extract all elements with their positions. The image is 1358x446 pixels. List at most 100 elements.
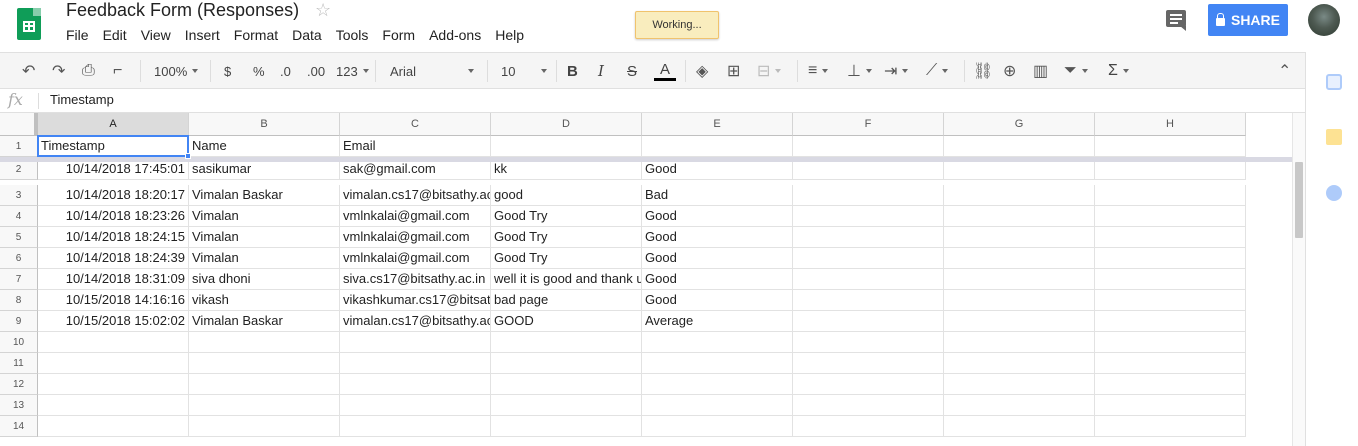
cell[interactable] <box>944 332 1095 353</box>
cell[interactable] <box>793 227 944 248</box>
cell[interactable] <box>38 374 189 395</box>
cell[interactable] <box>491 395 642 416</box>
cell[interactable]: Bad <box>642 185 793 206</box>
strikethrough-button[interactable]: S <box>627 53 637 89</box>
cell[interactable] <box>1095 248 1246 269</box>
formula-input[interactable]: Timestamp <box>50 92 114 107</box>
cell[interactable] <box>340 332 491 353</box>
sheets-logo-icon[interactable] <box>17 8 41 40</box>
cell[interactable]: Good <box>642 269 793 290</box>
document-title[interactable]: Feedback Form (Responses) <box>66 0 299 21</box>
cell[interactable]: Vimalan Baskar <box>189 311 340 332</box>
vertical-scrollbar[interactable] <box>1292 113 1305 446</box>
borders-icon[interactable]: ⊞ <box>727 53 740 89</box>
cell[interactable]: Timestamp <box>38 136 189 157</box>
cell[interactable] <box>1095 136 1246 157</box>
column-header-h[interactable]: H <box>1095 113 1246 136</box>
fill-color-icon[interactable]: ◈ <box>696 53 708 89</box>
menu-file[interactable]: File <box>66 27 97 43</box>
star-icon[interactable]: ☆ <box>315 0 331 21</box>
cell[interactable]: vmlnkalai@gmail.com <box>340 227 491 248</box>
redo-icon[interactable]: ↷ <box>52 53 65 89</box>
spreadsheet-grid[interactable]: A B C D E F G H 1 Timestamp Name Email 2 10/14/2018 1… <box>0 113 1292 446</box>
cell[interactable] <box>642 395 793 416</box>
cell[interactable]: vmlnkalai@gmail.com <box>340 248 491 269</box>
zoom-select[interactable]: 100% <box>154 53 199 89</box>
cell[interactable]: bad page <box>491 290 642 311</box>
cell[interactable] <box>642 353 793 374</box>
share-button[interactable]: SHARE <box>1208 4 1288 36</box>
cell[interactable]: Good <box>642 159 793 180</box>
cell[interactable]: Vimalan <box>189 206 340 227</box>
row-header[interactable]: 13 <box>0 395 38 416</box>
cell[interactable]: well it is good and thank u <box>491 269 642 290</box>
scrollbar-thumb[interactable] <box>1295 162 1303 238</box>
paint-format-icon[interactable]: ⌐ <box>113 53 122 89</box>
cell[interactable] <box>793 248 944 269</box>
row-header[interactable]: 10 <box>0 332 38 353</box>
cell[interactable] <box>944 185 1095 206</box>
menu-insert[interactable]: Insert <box>185 27 228 43</box>
cell[interactable]: 10/14/2018 18:20:17 <box>38 185 189 206</box>
menu-addons[interactable]: Add-ons <box>429 27 489 43</box>
cell[interactable]: Vimalan Baskar <box>189 185 340 206</box>
cell[interactable] <box>340 416 491 437</box>
cell[interactable] <box>944 416 1095 437</box>
cell[interactable]: vikashkumar.cs17@bitsathy.ac.in <box>340 290 491 311</box>
cell[interactable]: vimalan.cs17@bitsathy.ac.in <box>340 311 491 332</box>
cell[interactable] <box>793 136 944 157</box>
cell[interactable] <box>1095 269 1246 290</box>
cell[interactable] <box>793 374 944 395</box>
menu-data[interactable]: Data <box>292 27 330 43</box>
cell[interactable] <box>944 353 1095 374</box>
cell[interactable] <box>1095 332 1246 353</box>
cell[interactable] <box>944 206 1095 227</box>
insert-link-icon[interactable]: ⛓ <box>973 53 993 89</box>
cell[interactable]: vimalan.cs17@bitsathy.ac.in <box>340 185 491 206</box>
cell[interactable]: vmlnkalai@gmail.com <box>340 206 491 227</box>
cell[interactable] <box>1095 227 1246 248</box>
column-header-c[interactable]: C <box>340 113 491 136</box>
cell[interactable] <box>38 395 189 416</box>
menu-edit[interactable]: Edit <box>103 27 135 43</box>
more-formats-select[interactable]: 123 <box>336 53 369 89</box>
cell[interactable] <box>1095 206 1246 227</box>
cell[interactable]: 10/15/2018 15:02:02 <box>38 311 189 332</box>
cell[interactable] <box>642 374 793 395</box>
cell[interactable]: Good Try <box>491 248 642 269</box>
column-header-f[interactable]: F <box>793 113 944 136</box>
cell[interactable] <box>491 416 642 437</box>
filter-icon[interactable]: ⏷ <box>1064 53 1088 89</box>
cell[interactable] <box>1095 416 1246 437</box>
cell[interactable]: Good <box>642 248 793 269</box>
cell[interactable] <box>1095 159 1246 180</box>
cell[interactable]: Vimalan <box>189 227 340 248</box>
cell[interactable]: Good Try <box>491 206 642 227</box>
cell[interactable]: Good <box>642 206 793 227</box>
cell[interactable] <box>793 290 944 311</box>
font-family-select[interactable]: Arial <box>390 53 474 89</box>
insert-comment-icon[interactable]: ⊕ <box>1003 53 1016 89</box>
cell[interactable] <box>491 136 642 157</box>
undo-icon[interactable]: ↶ <box>22 53 35 89</box>
calendar-icon[interactable] <box>1326 74 1342 90</box>
cell[interactable] <box>793 206 944 227</box>
cell[interactable]: vikash <box>189 290 340 311</box>
cell[interactable] <box>38 332 189 353</box>
column-header-g[interactable]: G <box>944 113 1095 136</box>
collapse-toolbar-icon[interactable]: ⌃ <box>1278 53 1291 89</box>
cell[interactable]: Good <box>642 290 793 311</box>
row-header[interactable]: 11 <box>0 353 38 374</box>
cell[interactable] <box>944 136 1095 157</box>
cell[interactable] <box>642 332 793 353</box>
cell[interactable] <box>1095 185 1246 206</box>
insert-chart-icon[interactable]: ▥ <box>1033 53 1048 89</box>
currency-format-button[interactable]: $ <box>224 53 231 89</box>
cell[interactable]: Name <box>189 136 340 157</box>
menu-form[interactable]: Form <box>382 27 423 43</box>
cell[interactable] <box>189 332 340 353</box>
cell[interactable]: 10/15/2018 14:16:16 <box>38 290 189 311</box>
horizontal-align-icon[interactable]: ≡ <box>808 53 829 89</box>
cell[interactable] <box>944 311 1095 332</box>
cell[interactable]: 10/14/2018 17:45:01 <box>38 159 189 180</box>
